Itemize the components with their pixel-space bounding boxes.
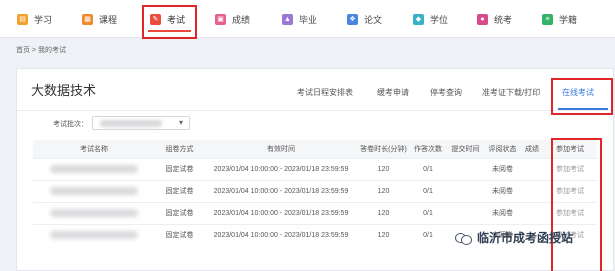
tabs-divider (17, 110, 613, 111)
cell-method: 固定试卷 (165, 210, 194, 217)
tab-suspension-query[interactable]: 停考查询 (430, 87, 462, 98)
graduation-icon: ▲ (282, 13, 293, 25)
cell-time: 2023/01/04 10:00:00 - 2023/01/18 23:59:5… (213, 187, 349, 195)
cell-submit-time (447, 180, 484, 202)
cell-score (521, 180, 543, 202)
nav-label: 毕业 (299, 14, 318, 25)
top-nav: ▤ 学习 ▦ 课程 ✎ 考试 ▣ 成绩 ▲ 毕业 ❖ 论文 ◆ 学位 ● 统考 … (0, 0, 615, 38)
cell-review-status: 未阅卷 (492, 188, 513, 195)
col-header: 作答次数 (414, 145, 442, 153)
col-header: 成绩 (525, 145, 539, 153)
col-header: 考试名称 (80, 145, 108, 153)
cell-duration: 120 (377, 165, 390, 173)
cell-attempts: 0/1 (423, 231, 433, 239)
batch-value-redacted (100, 120, 162, 127)
nav-label: 统考 (494, 14, 513, 25)
chevron-down-icon: ▾ (178, 118, 183, 127)
col-header: 答卷时长(分钟) (360, 145, 407, 153)
table-row: 固定试卷 2023/01/04 10:00:00 - 2023/01/18 23… (33, 202, 597, 224)
nav-item-study[interactable]: ▤ 学习 (17, 10, 52, 28)
course-icon: ▦ (82, 13, 93, 25)
cell-method: 固定试卷 (165, 166, 194, 173)
nav-label: 论文 (364, 14, 383, 25)
cell-attempts: 0/1 (423, 209, 433, 217)
study-icon: ▤ (17, 13, 28, 25)
cell-time: 2023/01/04 10:00:00 - 2023/01/18 23:59:5… (213, 231, 349, 239)
cell-time: 2023/01/04 10:00:00 - 2023/01/18 23:59:5… (213, 209, 349, 217)
table-row: 固定试卷 2023/01/04 10:00:00 - 2023/01/18 23… (33, 180, 597, 202)
exam-name-redacted (50, 165, 138, 173)
nav-item-graduation[interactable]: ▲ 毕业 (282, 10, 317, 28)
join-exam-highlight-box (551, 138, 602, 271)
table-row: 固定试卷 2023/01/04 10:00:00 - 2023/01/18 23… (33, 158, 597, 180)
col-header: 有效时间 (267, 145, 295, 153)
watermark: 临沂市成考函授站 (455, 229, 573, 246)
nav-item-degree[interactable]: ◆ 学位 (413, 10, 448, 28)
nav-item-thesis[interactable]: ❖ 论文 (347, 10, 382, 28)
cell-time: 2023/01/04 10:00:00 - 2023/01/18 23:59:5… (213, 165, 349, 173)
exam-name-redacted (50, 187, 138, 195)
grade-icon: ▣ (215, 13, 226, 25)
cell-attempts: 0/1 (423, 187, 433, 195)
tab-deferral-request[interactable]: 缓考申请 (377, 87, 409, 98)
cell-score (521, 202, 543, 224)
batch-label: 考试批次： (53, 121, 88, 128)
nav-label: 学习 (34, 14, 53, 25)
col-header: 评阅状态 (488, 145, 517, 153)
col-header: 组卷方式 (165, 145, 194, 153)
exam-nav-highlight-box (142, 5, 197, 39)
nav-item-grades[interactable]: ▣ 成绩 (215, 10, 250, 28)
thesis-icon: ❖ (347, 13, 358, 25)
nav-label: 成绩 (232, 14, 251, 25)
nav-item-unified-exam[interactable]: ● 统考 (477, 10, 512, 28)
cell-submit-time (447, 202, 484, 224)
nav-label: 学位 (430, 14, 449, 25)
nav-item-status[interactable]: ≡ 学籍 (542, 10, 577, 28)
status-icon: ≡ (542, 13, 553, 25)
degree-icon: ◆ (413, 13, 424, 25)
cell-method: 固定试卷 (165, 232, 194, 240)
cell-review-status: 未阅卷 (492, 166, 513, 173)
tab-exam-schedule[interactable]: 考试日程安排表 (297, 87, 353, 98)
col-header: 提交时间 (451, 145, 480, 153)
cell-duration: 120 (377, 231, 390, 239)
cell-submit-time (447, 158, 484, 180)
cell-method: 固定试卷 (165, 188, 194, 195)
nav-label: 课程 (99, 14, 118, 25)
watermark-text: 临沂市成考函授站 (477, 231, 574, 245)
nav-label: 学籍 (559, 14, 578, 25)
online-exam-highlight-box (551, 78, 613, 115)
cell-duration: 120 (377, 187, 390, 195)
exam-name-redacted (50, 209, 138, 217)
cell-score (521, 158, 543, 180)
table-header-row: 考试名称 组卷方式 有效时间 答卷时长(分钟) 作答次数 提交时间 评阅状态 成… (33, 140, 597, 158)
unified-exam-icon: ● (477, 13, 488, 25)
cell-review-status: 未阅卷 (492, 210, 513, 217)
wechat-icon (455, 232, 472, 245)
cell-attempts: 0/1 (423, 165, 433, 173)
exam-name-redacted (50, 231, 138, 240)
nav-item-course[interactable]: ▦ 课程 (82, 10, 117, 28)
breadcrumb: 首页 > 我的考试 (16, 47, 66, 54)
tab-admission-ticket[interactable]: 准考证下载/打印 (482, 87, 540, 98)
tab-bar: 考试日程安排表 缓考申请 停考查询 准考证下载/打印 在线考试 (17, 87, 613, 103)
cell-duration: 120 (377, 209, 390, 217)
batch-select[interactable]: ▾ (92, 116, 190, 130)
